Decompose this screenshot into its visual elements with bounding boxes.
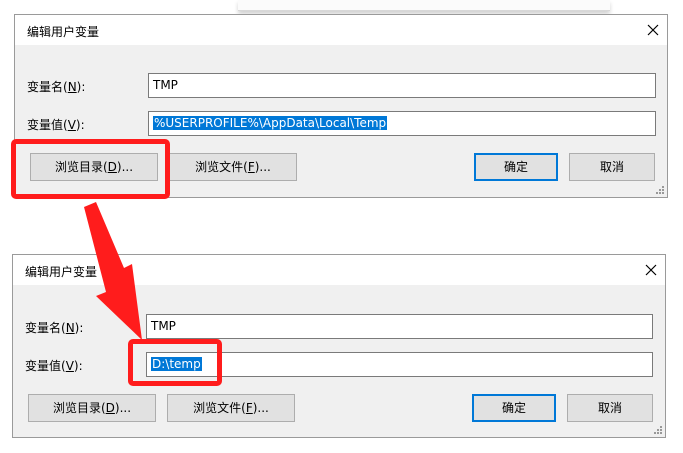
annotation-arrow — [84, 202, 142, 340]
